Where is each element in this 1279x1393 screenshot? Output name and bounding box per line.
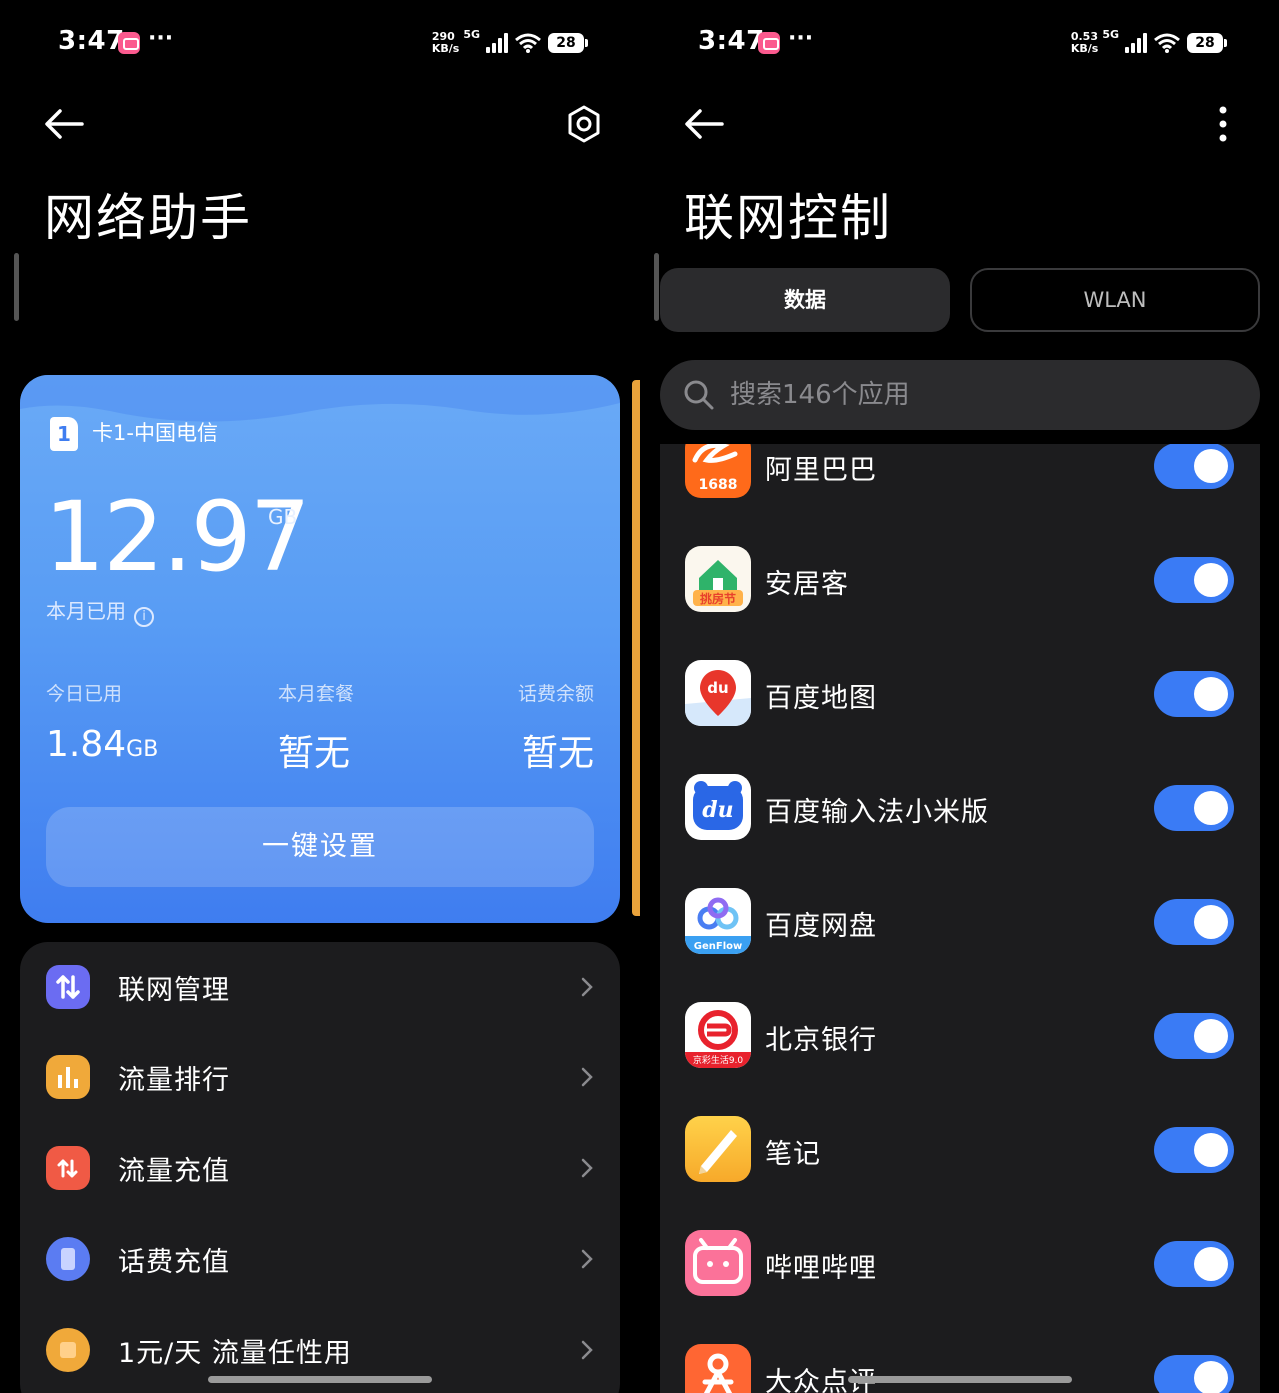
scroll-indicator xyxy=(14,253,19,321)
tab-data[interactable]: 数据 xyxy=(660,268,950,332)
chevron-right-icon xyxy=(581,1340,593,1360)
sim-card-icon: 1 xyxy=(50,417,78,451)
info-icon[interactable]: i xyxy=(134,607,154,627)
chevron-right-icon xyxy=(581,1158,593,1178)
wifi-icon xyxy=(1154,33,1180,53)
network-speed: 290 KB/s xyxy=(431,30,460,55)
battery-icon: 28 xyxy=(548,33,588,53)
back-arrow-icon[interactable] xyxy=(680,100,728,148)
monthly-usage-label: 本月已用 i xyxy=(46,595,154,627)
svg-text:1688: 1688 xyxy=(699,477,738,493)
wifi-icon xyxy=(515,33,541,53)
svg-text:GenFlow: GenFlow xyxy=(694,941,742,952)
menu-item-data-recharge[interactable]: 流量充值 xyxy=(20,1123,620,1213)
search-input[interactable] xyxy=(730,360,1230,430)
list-item: 京彩生活9.0 北京银行 xyxy=(660,980,1260,1094)
more-notifications-indicator: ··· xyxy=(788,26,814,51)
notification-app-icon xyxy=(118,32,140,54)
more-notifications-indicator: ··· xyxy=(148,26,174,51)
list-item: du 百度输入法小米版 xyxy=(660,752,1260,866)
sim-name[interactable]: 卡1-中国电信 xyxy=(92,417,218,447)
alibaba-1688-icon: 1688 xyxy=(685,444,751,498)
status-icons: 290 KB/s 5G 28 xyxy=(431,26,588,60)
network-assistant-screen: 3:47 ··· 290 KB/s 5G 28 网络助手 1 卡1-中国电信 1… xyxy=(0,0,640,1393)
home-indicator[interactable] xyxy=(848,1376,1072,1383)
app-network-list: 1688 阿里巴巴 挑房节 安居客 du 百度地图 du 百度输入法小米版 Ge… xyxy=(660,444,1260,1393)
list-item: du 百度地图 xyxy=(660,638,1260,752)
chevron-right-icon xyxy=(581,977,593,997)
network-toggle[interactable] xyxy=(1154,899,1234,945)
page-title: 联网控制 xyxy=(684,189,892,247)
list-item: 笔记 xyxy=(660,1094,1260,1208)
anjuke-icon: 挑房节 xyxy=(685,546,751,612)
bilibili-icon xyxy=(685,1230,751,1296)
status-bar: 3:47 ··· 0.53 KB/s 5G 28 xyxy=(696,22,1227,64)
network-type-tabs: 数据 WLAN xyxy=(660,268,1260,332)
phone-balance: 话费余额 暂无 xyxy=(517,683,594,774)
chevron-right-icon xyxy=(581,1249,593,1269)
baidu-netdisk-icon: GenFlow xyxy=(685,888,751,954)
network-type: 5G xyxy=(463,28,480,41)
app-search-bar[interactable] xyxy=(660,360,1260,430)
list-item: 哔哩哔哩 xyxy=(660,1208,1260,1322)
baidu-map-icon: du xyxy=(685,660,751,726)
network-type: 5G xyxy=(1102,28,1119,41)
network-toggle[interactable] xyxy=(1154,1013,1234,1059)
network-toggle[interactable] xyxy=(1154,1127,1234,1173)
data-recharge-icon xyxy=(46,1146,90,1190)
battery-icon: 28 xyxy=(1187,33,1227,53)
list-item: GenFlow 百度网盘 xyxy=(660,866,1260,980)
next-card-peek xyxy=(632,380,640,916)
dianping-icon xyxy=(685,1344,751,1393)
network-control-screen: 3:47 ··· 0.53 KB/s 5G 28 联网控制 数据 WLAN 16… xyxy=(640,0,1279,1393)
status-icons: 0.53 KB/s 5G 28 xyxy=(1070,26,1227,60)
page-title: 网络助手 xyxy=(44,189,252,247)
status-time: 3:47 xyxy=(58,26,125,56)
svg-text:挑房节: 挑房节 xyxy=(700,591,736,606)
network-toggle[interactable] xyxy=(1154,671,1234,717)
chevron-right-icon xyxy=(581,1067,593,1087)
menu-item-phone-recharge[interactable]: 话费充值 xyxy=(20,1214,620,1304)
more-options-icon[interactable] xyxy=(1217,104,1229,144)
status-time: 3:47 xyxy=(698,26,765,56)
network-toggle[interactable] xyxy=(1154,557,1234,603)
home-indicator[interactable] xyxy=(208,1376,432,1383)
status-bar: 3:47 ··· 290 KB/s 5G 28 xyxy=(56,22,588,64)
menu-item-network-management[interactable]: 联网管理 xyxy=(20,942,620,1032)
back-arrow-icon[interactable] xyxy=(40,100,88,148)
menu-item-traffic-ranking[interactable]: 流量排行 xyxy=(20,1032,620,1122)
daily-pass-icon xyxy=(46,1328,90,1372)
network-toggle[interactable] xyxy=(1154,1241,1234,1287)
feature-menu: 联网管理 流量排行 流量充值 话费充值 1元/天 流量任性用 xyxy=(20,942,620,1393)
phone-recharge-icon xyxy=(46,1237,90,1281)
list-item: 挑房节 安居客 xyxy=(660,524,1260,638)
signal-icon xyxy=(486,33,508,53)
one-key-setup-button[interactable]: 一键设置 xyxy=(46,807,594,887)
monthly-usage-value: 12.97 xyxy=(44,481,311,593)
monthly-plan: 本月套餐 暂无 xyxy=(278,683,355,774)
network-arrows-icon xyxy=(46,965,90,1009)
bar-chart-icon xyxy=(46,1055,90,1099)
today-usage: 今日已用 1.84GB xyxy=(46,683,159,765)
list-item: 1688 阿里巴巴 xyxy=(660,444,1260,524)
svg-text:du: du xyxy=(702,797,733,823)
bank-of-beijing-icon: 京彩生活9.0 xyxy=(685,1002,751,1068)
svg-text:京彩生活9.0: 京彩生活9.0 xyxy=(693,1054,744,1066)
network-toggle[interactable] xyxy=(1154,785,1234,831)
monthly-usage-unit: GB xyxy=(268,505,298,529)
baidu-input-icon: du xyxy=(685,774,751,840)
settings-gear-icon[interactable] xyxy=(564,104,604,144)
notes-icon xyxy=(685,1116,751,1182)
signal-icon xyxy=(1125,33,1147,53)
notification-app-icon xyxy=(758,32,780,54)
data-usage-card[interactable]: 1 卡1-中国电信 12.97 GB 本月已用 i 今日已用 1.84GB 本月套… xyxy=(20,375,620,923)
search-icon xyxy=(684,380,714,410)
tab-wlan[interactable]: WLAN xyxy=(970,268,1260,332)
network-toggle[interactable] xyxy=(1154,1355,1234,1393)
scroll-indicator xyxy=(654,253,659,321)
svg-text:du: du xyxy=(707,679,728,697)
network-speed: 0.53 KB/s xyxy=(1070,30,1099,55)
network-toggle[interactable] xyxy=(1154,444,1234,489)
